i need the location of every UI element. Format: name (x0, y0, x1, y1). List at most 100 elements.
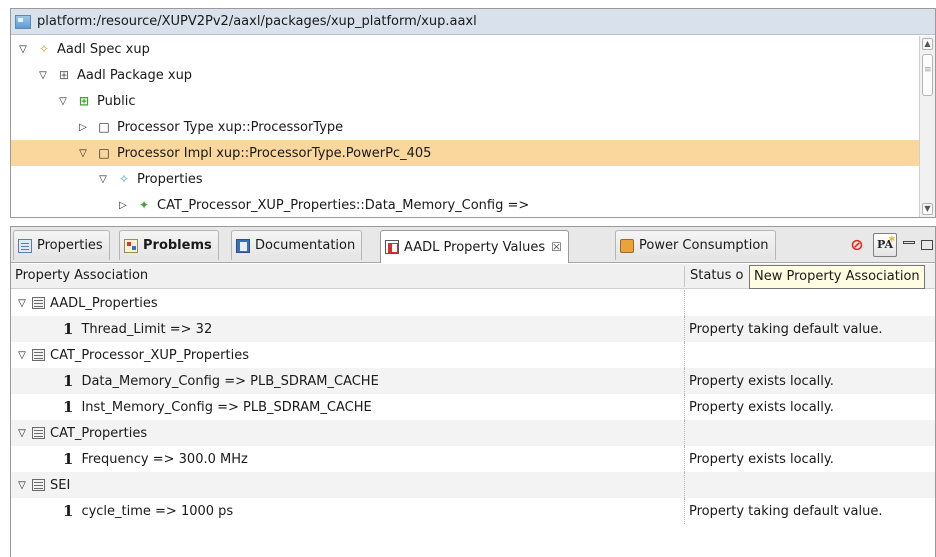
expand-icon[interactable]: ▽ (97, 174, 109, 185)
property-number: 1 (63, 320, 74, 338)
processor-impl-icon: □ (98, 146, 110, 160)
tab-label: Power Consumption (639, 238, 769, 253)
property-number: 1 (63, 502, 74, 520)
property-status: Property exists locally. (689, 399, 834, 415)
aaxl-editor: platform:/resource/XUPV2Pv2/aaxl/package… (10, 8, 936, 218)
property-label: cycle_time => 1000 ps (81, 503, 234, 519)
column-separator (684, 446, 685, 472)
column-separator (684, 394, 685, 420)
stop-icon[interactable]: ⊘ (847, 235, 867, 255)
properties-section-icon: ✧ (118, 172, 130, 186)
column-separator (684, 316, 685, 342)
tree-item-property-association[interactable]: ▷ ✦ CAT_Processor_XUP_Properties::Data_M… (11, 192, 919, 217)
scroll-down-icon[interactable]: ▼ (922, 203, 933, 215)
property-set-icon (32, 297, 45, 309)
processor-icon: □ (98, 120, 110, 134)
property-number: 1 (63, 398, 74, 416)
expand-icon[interactable]: ▽ (15, 350, 29, 361)
tree-scrollbar[interactable]: ▲ ▼ (919, 36, 935, 217)
tree-item-label: Aadl Package xup (77, 67, 193, 83)
tab-problems[interactable]: Problems (119, 230, 219, 260)
tree-item-label: Public (97, 93, 136, 109)
editor-title: platform:/resource/XUPV2Pv2/aaxl/package… (37, 14, 477, 29)
tab-label: AADL Property Values (404, 239, 546, 255)
table-row[interactable]: 1 Frequency => 300.0 MHz Property exists… (11, 446, 935, 472)
expand-icon[interactable]: ▽ (17, 44, 29, 55)
maximize-icon[interactable] (921, 240, 933, 250)
minimize-icon[interactable] (903, 240, 915, 244)
expand-icon[interactable]: ▽ (15, 480, 29, 491)
property-status: Property exists locally. (689, 373, 834, 389)
group-label: CAT_Properties (50, 425, 148, 441)
scrollbar-thumb[interactable] (922, 54, 933, 96)
aadl-property-values-icon (385, 240, 399, 254)
tree-item-aadl-package[interactable]: ▽ ⊞ Aadl Package xup (11, 62, 919, 88)
table-row-group[interactable]: ▽ CAT_Properties (11, 420, 935, 446)
public-section-icon: ⊞ (78, 94, 90, 108)
tree-item-label: Aadl Spec xup (57, 41, 150, 57)
tree-item-aadl-spec[interactable]: ▽ ✧ Aadl Spec xup (11, 36, 919, 62)
table-row-group[interactable]: ▽ CAT_Processor_XUP_Properties (11, 342, 935, 368)
collapse-icon[interactable]: ▷ (77, 122, 89, 133)
tab-label: Properties (37, 238, 103, 253)
tab-label: Problems (143, 238, 212, 253)
tree-item-label: Properties (137, 171, 203, 187)
expand-icon[interactable]: ▽ (57, 96, 69, 107)
tree-item-processor-impl[interactable]: ▽ □ Processor Impl xup::ProcessorType.Po… (11, 140, 919, 166)
property-number: 1 (63, 372, 74, 390)
expand-icon[interactable]: ▽ (15, 298, 29, 309)
power-consumption-icon (620, 238, 634, 253)
expand-icon[interactable]: ▽ (37, 70, 49, 81)
table-row-group[interactable]: ▽ SEI (11, 472, 935, 498)
property-status: Property taking default value. (689, 321, 883, 337)
tab-power-consumption[interactable]: Power Consumption (615, 230, 776, 260)
table-row[interactable]: 1 cycle_time => 1000 ps Property taking … (11, 498, 935, 524)
tree-item-properties[interactable]: ▽ ✧ Properties (11, 166, 919, 192)
table-row-group[interactable]: ▽ AADL_Properties (11, 290, 935, 316)
property-status: Property exists locally. (689, 451, 834, 467)
scroll-up-icon[interactable]: ▲ (922, 38, 933, 50)
tree-item-label: CAT_Processor_XUP_Properties::Data_Memor… (157, 197, 530, 213)
problems-icon (124, 238, 138, 253)
view-tab-bar: Properties Problems Documentation AADL P… (11, 227, 935, 263)
expand-icon[interactable]: ▽ (77, 148, 89, 159)
property-set-icon (32, 479, 45, 491)
tree-item-label: Processor Type xup::ProcessorType (117, 119, 344, 135)
property-values-view: Properties Problems Documentation AADL P… (10, 226, 936, 557)
property-set-icon (32, 349, 45, 361)
tree-item-public[interactable]: ▽ ⊞ Public (11, 88, 919, 114)
tree-item-label: Processor Impl xup::ProcessorType.PowerP… (117, 145, 432, 161)
group-label: CAT_Processor_XUP_Properties (50, 347, 249, 363)
column-separator (684, 472, 685, 498)
column-separator (684, 342, 685, 368)
view-toolbar: ⊘ PA (847, 230, 933, 259)
property-set-icon (32, 427, 45, 439)
column-header-status[interactable]: Status o (686, 264, 744, 289)
table-row[interactable]: 1 Inst_Memory_Config => PLB_SDRAM_CACHE … (11, 394, 935, 420)
new-property-association-button[interactable]: PA (873, 230, 897, 257)
new-property-association-tooltip: New Property Association (749, 265, 925, 289)
close-tab-icon[interactable]: ☒ (551, 240, 562, 254)
tab-properties[interactable]: Properties (13, 230, 110, 260)
table-row[interactable]: 1 Thread_Limit => 32 Property taking def… (11, 316, 935, 342)
properties-icon (18, 238, 32, 253)
aadl-spec-icon: ✧ (38, 42, 50, 56)
property-label: Thread_Limit => 32 (81, 321, 213, 337)
collapse-icon[interactable]: ▷ (117, 200, 129, 211)
group-label: AADL_Properties (50, 295, 158, 311)
column-header-property-association[interactable]: Property Association (11, 264, 148, 289)
property-label: Frequency => 300.0 MHz (81, 451, 248, 467)
editor-title-bar: platform:/resource/XUPV2Pv2/aaxl/package… (11, 9, 935, 35)
column-separator (684, 368, 685, 394)
tab-documentation[interactable]: Documentation (231, 230, 363, 260)
tree-item-processor-type[interactable]: ▷ □ Processor Type xup::ProcessorType (11, 114, 919, 140)
model-tree: ▽ ✧ Aadl Spec xup ▽ ⊞ Aadl Package xup ▽… (11, 36, 919, 217)
property-number: 1 (63, 450, 74, 468)
column-separator (684, 420, 685, 446)
expand-icon[interactable]: ▽ (15, 428, 29, 439)
column-divider[interactable] (684, 266, 685, 287)
table-row[interactable]: 1 Data_Memory_Config => PLB_SDRAM_CACHE … (11, 368, 935, 394)
tab-aadl-property-values[interactable]: AADL Property Values ☒ (380, 230, 569, 263)
property-label: Data_Memory_Config => PLB_SDRAM_CACHE (81, 373, 379, 389)
property-label: Inst_Memory_Config => PLB_SDRAM_CACHE (81, 399, 372, 415)
